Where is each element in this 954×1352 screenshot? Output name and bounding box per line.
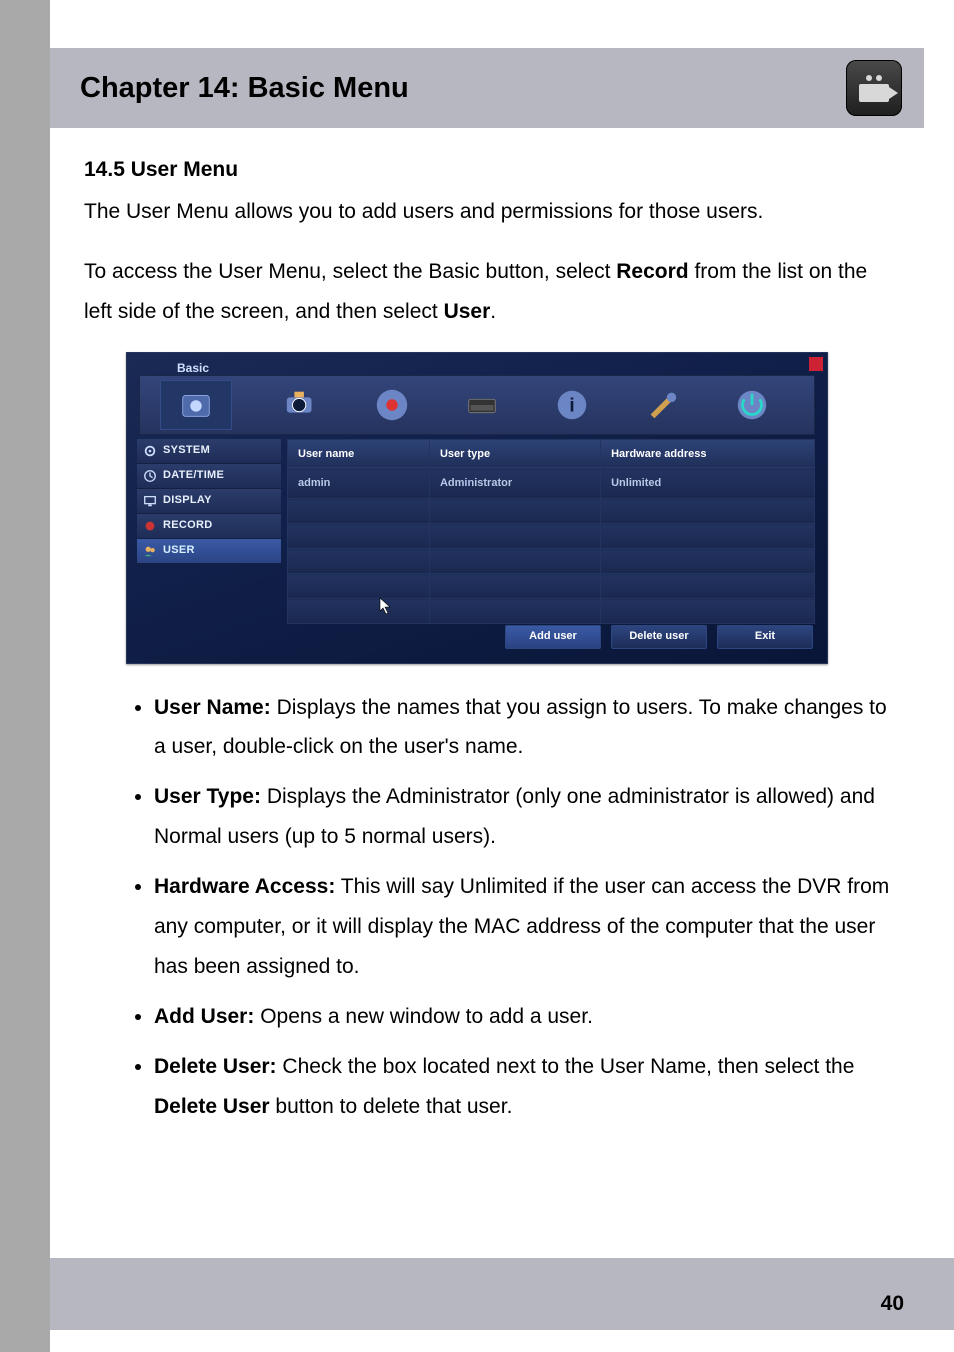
sidebar-item-display[interactable]: DISPLAY bbox=[137, 489, 281, 514]
table-row[interactable] bbox=[288, 524, 815, 549]
record-tab-icon[interactable] bbox=[372, 386, 412, 424]
dvr-sidebar: SYSTEM DATE/TIME DISPLAY RECORD USER bbox=[137, 439, 281, 564]
list-item: Add User: Opens a new window to add a us… bbox=[154, 997, 894, 1037]
bullet-list: User Name: Displays the names that you a… bbox=[84, 688, 894, 1127]
list-item: User Name: Displays the names that you a… bbox=[154, 688, 894, 768]
access-bold-user: User bbox=[444, 300, 491, 323]
sidebar-label: DISPLAY bbox=[163, 490, 212, 511]
desc-deleteuser-bold: Delete User bbox=[154, 1095, 270, 1118]
camera-tab-icon[interactable] bbox=[282, 386, 322, 424]
access-pre: To access the User Menu, select the Basi… bbox=[84, 260, 616, 283]
list-item: Delete User: Check the box located next … bbox=[154, 1047, 894, 1127]
sidebar-label: DATE/TIME bbox=[163, 465, 224, 486]
user-table: User name User type Hardware address adm… bbox=[287, 439, 815, 625]
col-usertype: User type bbox=[429, 439, 600, 469]
sidebar-label: SYSTEM bbox=[163, 440, 210, 461]
info-tab-icon[interactable]: i bbox=[552, 386, 592, 424]
cell-hwaddress: Unlimited bbox=[601, 469, 815, 499]
table-row[interactable] bbox=[288, 549, 815, 574]
dvr-screenshot: Basic i SYSTEM DATE bbox=[126, 352, 828, 664]
power-tab-icon[interactable] bbox=[732, 386, 772, 424]
page-number: 40 bbox=[881, 1292, 904, 1316]
desc-deleteuser-pre: Check the box located next to the User N… bbox=[277, 1055, 855, 1078]
camera-icon bbox=[846, 60, 902, 116]
table-row[interactable] bbox=[288, 574, 815, 599]
tools-tab-icon[interactable] bbox=[642, 386, 682, 424]
dvr-tab-strip: i bbox=[139, 375, 815, 435]
dvr-footer: Add user Delete user Exit bbox=[505, 625, 813, 649]
sidebar-item-system[interactable]: SYSTEM bbox=[137, 439, 281, 464]
delete-user-button[interactable]: Delete user bbox=[611, 625, 707, 649]
chapter-title: Chapter 14: Basic Menu bbox=[80, 72, 409, 105]
monitor-icon bbox=[143, 494, 157, 508]
col-hwaddress: Hardware address bbox=[601, 439, 815, 469]
list-item: User Type: Displays the Administrator (o… bbox=[154, 777, 894, 857]
sidebar-item-datetime[interactable]: DATE/TIME bbox=[137, 464, 281, 489]
close-icon[interactable] bbox=[809, 357, 823, 371]
left-margin bbox=[0, 0, 50, 1352]
exit-button[interactable]: Exit bbox=[717, 625, 813, 649]
tab-basic[interactable] bbox=[160, 380, 232, 430]
term-deleteuser: Delete User: bbox=[154, 1055, 277, 1078]
sidebar-label: RECORD bbox=[163, 515, 212, 536]
term-usertype: User Type: bbox=[154, 785, 261, 808]
table-header-row: User name User type Hardware address bbox=[288, 439, 815, 469]
term-username: User Name: bbox=[154, 696, 271, 719]
sidebar-item-user[interactable]: USER bbox=[137, 539, 281, 564]
desc-usertype: Displays the Administrator (only one adm… bbox=[154, 785, 875, 848]
table-row[interactable] bbox=[288, 499, 815, 524]
gear-icon bbox=[143, 444, 157, 458]
sidebar-label: USER bbox=[163, 540, 195, 561]
term-adduser: Add User: bbox=[154, 1005, 254, 1028]
cell-usertype: Administrator bbox=[429, 469, 600, 499]
record-icon bbox=[143, 519, 157, 533]
hdd-tab-icon[interactable] bbox=[462, 386, 502, 424]
clock-icon bbox=[143, 469, 157, 483]
bottom-bar bbox=[50, 1258, 954, 1330]
assistant-icon bbox=[176, 386, 216, 424]
sidebar-item-record[interactable]: RECORD bbox=[137, 514, 281, 539]
cell-username: admin bbox=[288, 469, 430, 499]
term-hwaccess: Hardware Access: bbox=[154, 875, 335, 898]
access-end: . bbox=[490, 300, 496, 323]
cursor-icon bbox=[379, 597, 393, 615]
desc-adduser: Opens a new window to add a user. bbox=[254, 1005, 593, 1028]
svg-text:i: i bbox=[569, 395, 574, 416]
users-icon bbox=[143, 544, 157, 558]
list-item: Hardware Access: This will say Unlimited… bbox=[154, 867, 894, 987]
table-row[interactable] bbox=[288, 599, 815, 624]
intro-paragraph: The User Menu allows you to add users an… bbox=[84, 192, 894, 232]
content-area: 14.5 User Menu The User Menu allows you … bbox=[84, 150, 894, 1136]
col-username: User name bbox=[288, 439, 430, 469]
section-heading: 14.5 User Menu bbox=[84, 150, 894, 190]
access-paragraph: To access the User Menu, select the Basi… bbox=[84, 252, 894, 332]
add-user-button[interactable]: Add user bbox=[505, 625, 601, 649]
chapter-header: Chapter 14: Basic Menu bbox=[50, 48, 924, 128]
access-bold-record: Record bbox=[616, 260, 688, 283]
desc-deleteuser-post: button to delete that user. bbox=[270, 1095, 513, 1118]
table-row[interactable]: admin Administrator Unlimited bbox=[288, 469, 815, 499]
